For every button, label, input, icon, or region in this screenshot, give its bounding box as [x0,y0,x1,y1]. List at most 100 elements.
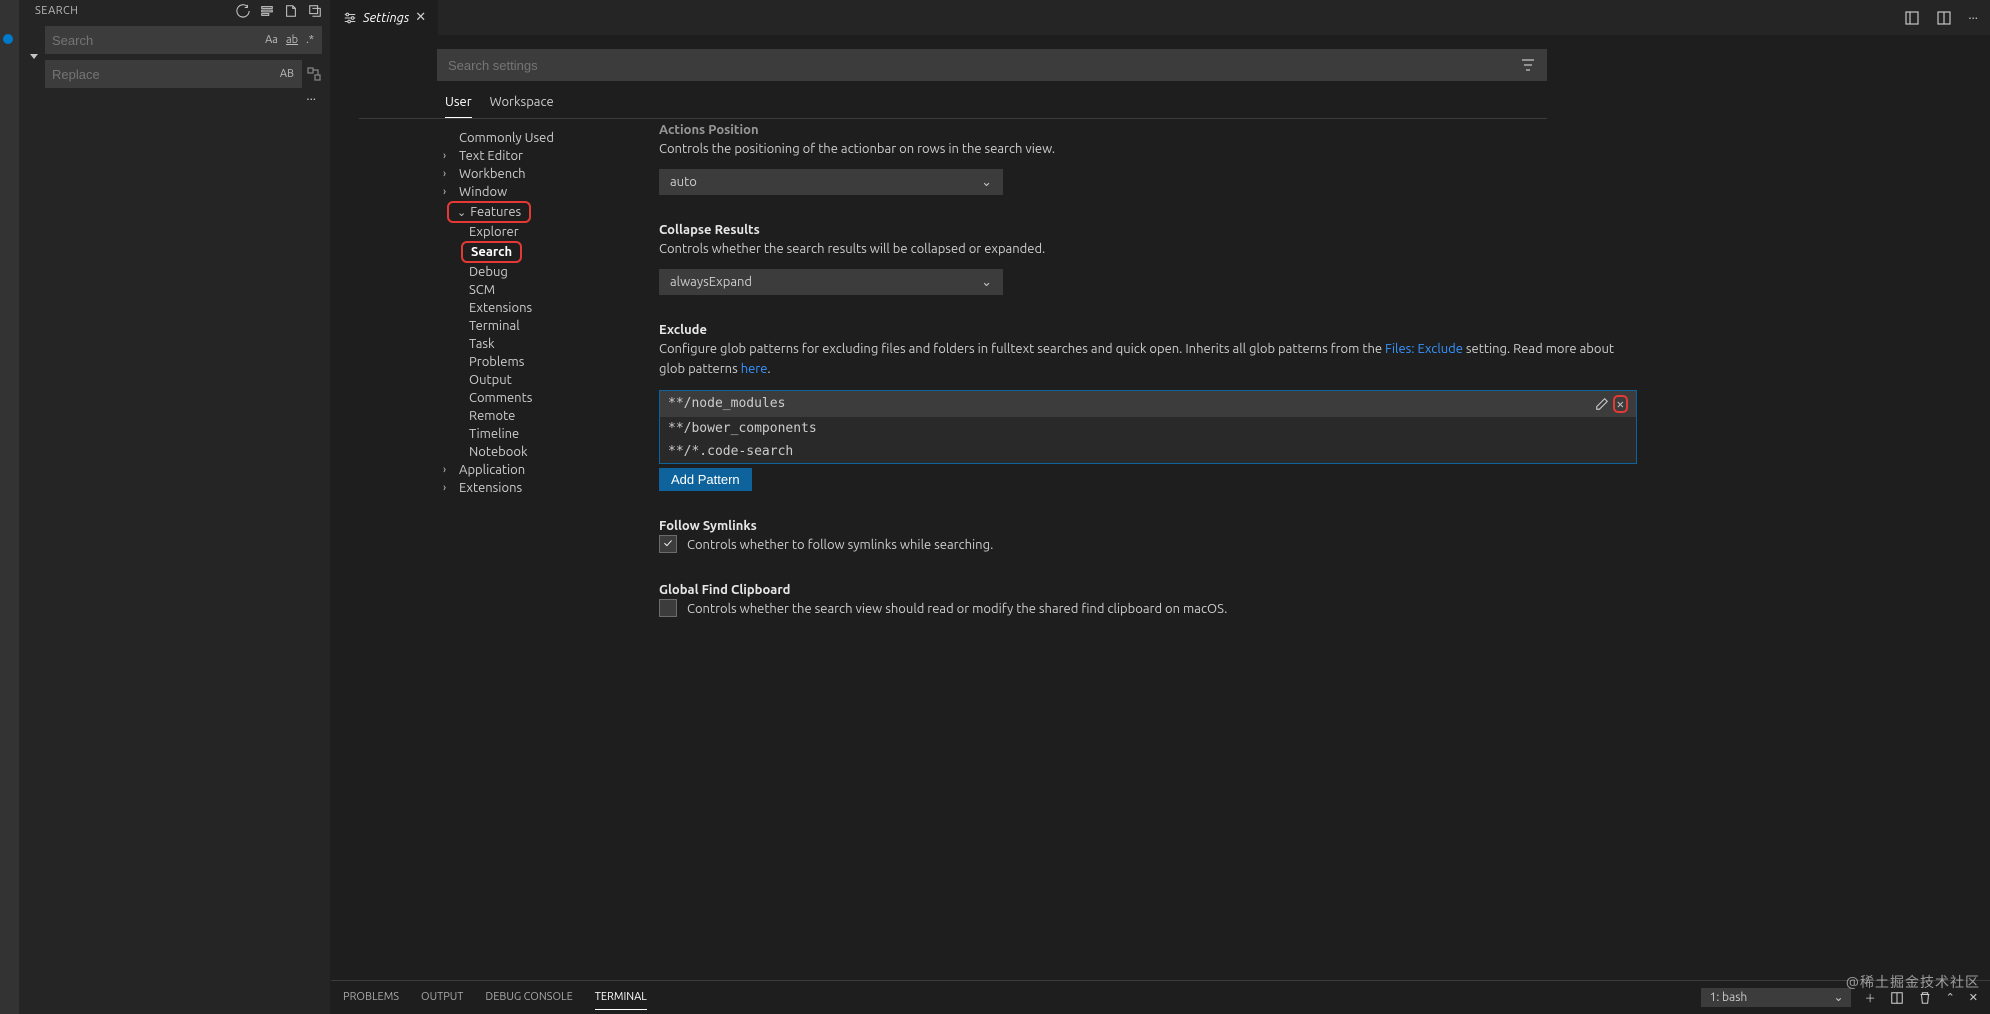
regex-toggle[interactable]: .* [303,32,317,48]
settings-tab-icon [343,11,357,25]
editor-tab-bar: Settings ✕ ··· [331,0,1990,35]
close-panel-icon[interactable]: ✕ [1969,991,1978,1004]
remove-pattern-icon[interactable]: ✕ [1613,395,1628,413]
exclude-list: **/node_modules ✕ **/bower_components [659,390,1637,464]
toc-remote[interactable]: Remote [437,407,647,425]
scope-user[interactable]: User [445,95,472,118]
exclude-pattern: **/node_modules [668,396,785,411]
collapse-all-icon[interactable] [308,4,322,18]
panel-tab-terminal[interactable]: TERMINAL [595,985,647,1010]
select-value: auto [670,175,697,189]
setting-desc: Controls whether to follow symlinks whil… [687,535,993,555]
setting-collapse-results: Collapse Results Controls whether the se… [659,223,1637,295]
settings-scope-tabs: User Workspace [359,81,1547,119]
files-exclude-link[interactable]: Files: Exclude [1385,342,1463,356]
toc-commonly-used[interactable]: Commonly Used [437,129,647,147]
scope-workspace[interactable]: Workspace [490,95,554,118]
activity-bar [0,0,19,1014]
maximize-panel-icon[interactable]: ⌃ [1946,991,1955,1004]
settings-toc: Commonly Used ›Text Editor ›Workbench ›W… [437,119,647,980]
toc-text-editor[interactable]: ›Text Editor [437,147,647,165]
select-value: alwaysExpand [670,275,752,289]
preserve-case-toggle[interactable]: AB [277,66,297,82]
toc-search[interactable]: Search [461,241,522,263]
add-pattern-button[interactable]: Add Pattern [659,468,752,491]
sidebar-title: SEARCH [35,5,78,17]
toc-features[interactable]: ⌄Features [447,201,531,223]
chevron-down-icon: ⌄ [981,275,992,290]
setting-title: Follow Symlinks [659,519,1637,533]
toc-scm[interactable]: SCM [437,281,647,299]
toc-timeline[interactable]: Timeline [437,425,647,443]
setting-desc: Controls whether the search view should … [687,599,1227,619]
refresh-icon[interactable] [236,4,250,18]
actions-position-select[interactable]: auto ⌄ [659,169,1003,195]
toc-application[interactable]: ›Application [437,461,647,479]
toc-comments[interactable]: Comments [437,389,647,407]
toc-notebook[interactable]: Notebook [437,443,647,461]
exclude-row[interactable]: **/node_modules ✕ [660,391,1636,417]
setting-title: Actions Position [659,123,1637,137]
toc-problems[interactable]: Problems [437,353,647,371]
match-case-toggle[interactable]: Aa [262,32,281,48]
toc-terminal[interactable]: Terminal [437,317,647,335]
clear-icon[interactable] [260,4,274,18]
split-terminal-icon[interactable] [1890,991,1904,1005]
toc-debug[interactable]: Debug [437,263,647,281]
toc-task[interactable]: Task [437,335,647,353]
exclude-pattern: **/*.code-search [668,444,793,459]
panel-tab-debug-console[interactable]: DEBUG CONSOLE [485,985,572,1010]
chevron-down-icon: ⌄ [981,175,992,190]
toggle-search-details-icon[interactable]: ··· [19,88,330,106]
exclude-row[interactable]: **/*.code-search [660,440,1636,463]
global-find-clipboard-checkbox[interactable] [659,599,677,617]
kill-terminal-icon[interactable] [1918,991,1932,1005]
collapse-results-select[interactable]: alwaysExpand ⌄ [659,269,1003,295]
exclude-pattern: **/bower_components [668,421,817,436]
search-input[interactable] [46,33,262,48]
setting-global-find-clipboard: Global Find Clipboard Controls whether t… [659,583,1637,619]
settings-filter-icon[interactable] [1520,57,1536,73]
toc-workbench[interactable]: ›Workbench [437,165,647,183]
toggle-replace-icon[interactable] [27,26,41,88]
new-terminal-icon[interactable]: ＋ [1865,990,1876,1006]
toc-window[interactable]: ›Window [437,183,647,201]
settings-search-wrap [437,49,1547,81]
close-tab-icon[interactable]: ✕ [415,10,426,25]
setting-title: Collapse Results [659,223,1637,237]
split-editor-icon[interactable] [1936,10,1952,26]
setting-desc: Configure glob patterns for excluding fi… [659,339,1637,379]
search-input-wrap: Aa ab .* [45,26,322,54]
toc-extensions-f[interactable]: Extensions [437,299,647,317]
settings-search-input[interactable] [448,58,1520,73]
exclude-row[interactable]: **/bower_components [660,417,1636,440]
terminal-selector[interactable]: 1: bash [1701,988,1851,1007]
setting-title: Exclude [659,323,1637,337]
search-sidebar: SEARCH [19,0,331,1014]
toc-extensions[interactable]: ›Extensions [437,479,647,497]
toc-output[interactable]: Output [437,371,647,389]
open-changes-icon[interactable] [1904,10,1920,26]
new-file-icon[interactable] [284,4,298,18]
setting-exclude: Exclude Configure glob patterns for excl… [659,323,1637,490]
more-actions-icon[interactable]: ··· [1968,11,1978,25]
match-whole-word-toggle[interactable]: ab [283,32,301,48]
edit-pattern-icon[interactable] [1595,397,1609,411]
follow-symlinks-checkbox[interactable]: ✓ [659,535,677,553]
panel-tab-output[interactable]: OUTPUT [421,985,463,1010]
tab-settings[interactable]: Settings ✕ [331,0,438,35]
glob-here-link[interactable]: here [741,362,768,376]
tab-title: Settings [363,11,409,25]
editor-area: Settings ✕ ··· [331,0,1990,1014]
panel-tab-problems[interactable]: PROBLEMS [343,985,399,1010]
replace-input[interactable] [46,67,277,82]
toc-explorer[interactable]: Explorer [437,223,647,241]
setting-title: Global Find Clipboard [659,583,1637,597]
setting-desc: Controls whether the search results will… [659,239,1637,259]
setting-follow-symlinks: Follow Symlinks ✓ Controls whether to fo… [659,519,1637,555]
replace-all-icon[interactable] [306,66,322,82]
setting-desc: Controls the positioning of the actionba… [659,139,1637,159]
setting-actions-position: Actions Position Controls the positionin… [659,123,1637,195]
settings-content: Actions Position Controls the positionin… [647,119,1637,980]
settings-body: User Workspace Commonly Used ›Text Edito… [331,35,1990,980]
